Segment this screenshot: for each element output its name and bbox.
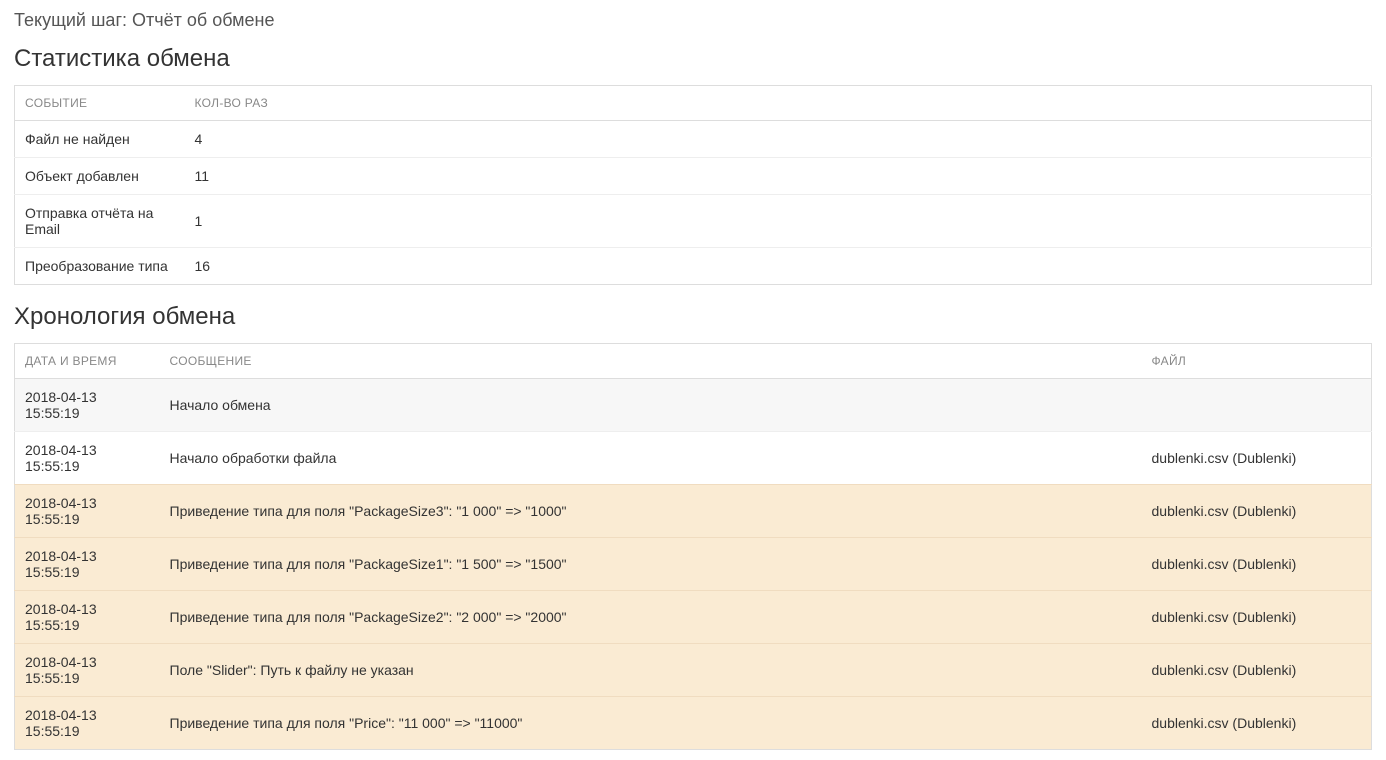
stats-header-event: Событие [15,86,185,121]
timeline-header-file: Файл [1142,344,1372,379]
timeline-datetime-cell: 2018-04-13 15:55:19 [15,432,160,485]
table-row: 2018-04-13 15:55:19Поле "Slider": Путь к… [15,644,1372,697]
stats-event-cell: Файл не найден [15,121,185,158]
timeline-file-cell: dublenki.csv (Dublenki) [1142,697,1372,750]
table-row: 2018-04-13 15:55:19Начало обработки файл… [15,432,1372,485]
timeline-datetime-cell: 2018-04-13 15:55:19 [15,379,160,432]
timeline-message-cell: Поле "Slider": Путь к файлу не указан [160,644,1142,697]
timeline-header-datetime: Дата и время [15,344,160,379]
timeline-title: Хронология обмена [14,303,1372,331]
timeline-datetime-cell: 2018-04-13 15:55:19 [15,591,160,644]
stats-title: Статистика обмена [14,45,1372,73]
stats-event-cell: Объект добавлен [15,158,185,195]
timeline-datetime-cell: 2018-04-13 15:55:19 [15,697,160,750]
timeline-message-cell: Начало обмена [160,379,1142,432]
timeline-file-cell [1142,379,1372,432]
timeline-message-cell: Начало обработки файла [160,432,1142,485]
current-step-value: Отчёт об обмене [132,10,274,30]
timeline-file-cell: dublenki.csv (Dublenki) [1142,644,1372,697]
current-step-label: Текущий шаг: [14,10,127,30]
table-row: 2018-04-13 15:55:19Приведение типа для п… [15,591,1372,644]
timeline-message-cell: Приведение типа для поля "Price": "11 00… [160,697,1142,750]
current-step: Текущий шаг: Отчёт об обмене [14,10,1372,31]
timeline-file-cell: dublenki.csv (Dublenki) [1142,538,1372,591]
timeline-file-cell: dublenki.csv (Dublenki) [1142,485,1372,538]
table-row: Объект добавлен11 [15,158,1372,195]
stats-count-cell: 4 [185,121,1372,158]
stats-event-cell: Отправка отчёта на Email [15,195,185,248]
stats-count-cell: 11 [185,158,1372,195]
timeline-message-cell: Приведение типа для поля "PackageSize1":… [160,538,1142,591]
timeline-datetime-cell: 2018-04-13 15:55:19 [15,644,160,697]
table-row: Файл не найден4 [15,121,1372,158]
stats-event-cell: Преобразование типа [15,248,185,285]
stats-count-cell: 16 [185,248,1372,285]
timeline-message-cell: Приведение типа для поля "PackageSize3":… [160,485,1142,538]
table-row: 2018-04-13 15:55:19Приведение типа для п… [15,485,1372,538]
table-row: Преобразование типа16 [15,248,1372,285]
timeline-message-cell: Приведение типа для поля "PackageSize2":… [160,591,1142,644]
stats-count-cell: 1 [185,195,1372,248]
timeline-file-cell: dublenki.csv (Dublenki) [1142,591,1372,644]
stats-table: Событие Кол-во раз Файл не найден4Объект… [14,85,1372,285]
timeline-header-message: Сообщение [160,344,1142,379]
timeline-datetime-cell: 2018-04-13 15:55:19 [15,538,160,591]
table-row: 2018-04-13 15:55:19Приведение типа для п… [15,538,1372,591]
stats-header-count: Кол-во раз [185,86,1372,121]
timeline-table: Дата и время Сообщение Файл 2018-04-13 1… [14,343,1372,750]
table-row: 2018-04-13 15:55:19Начало обмена [15,379,1372,432]
timeline-datetime-cell: 2018-04-13 15:55:19 [15,485,160,538]
timeline-file-cell: dublenki.csv (Dublenki) [1142,432,1372,485]
table-row: Отправка отчёта на Email1 [15,195,1372,248]
table-row: 2018-04-13 15:55:19Приведение типа для п… [15,697,1372,750]
